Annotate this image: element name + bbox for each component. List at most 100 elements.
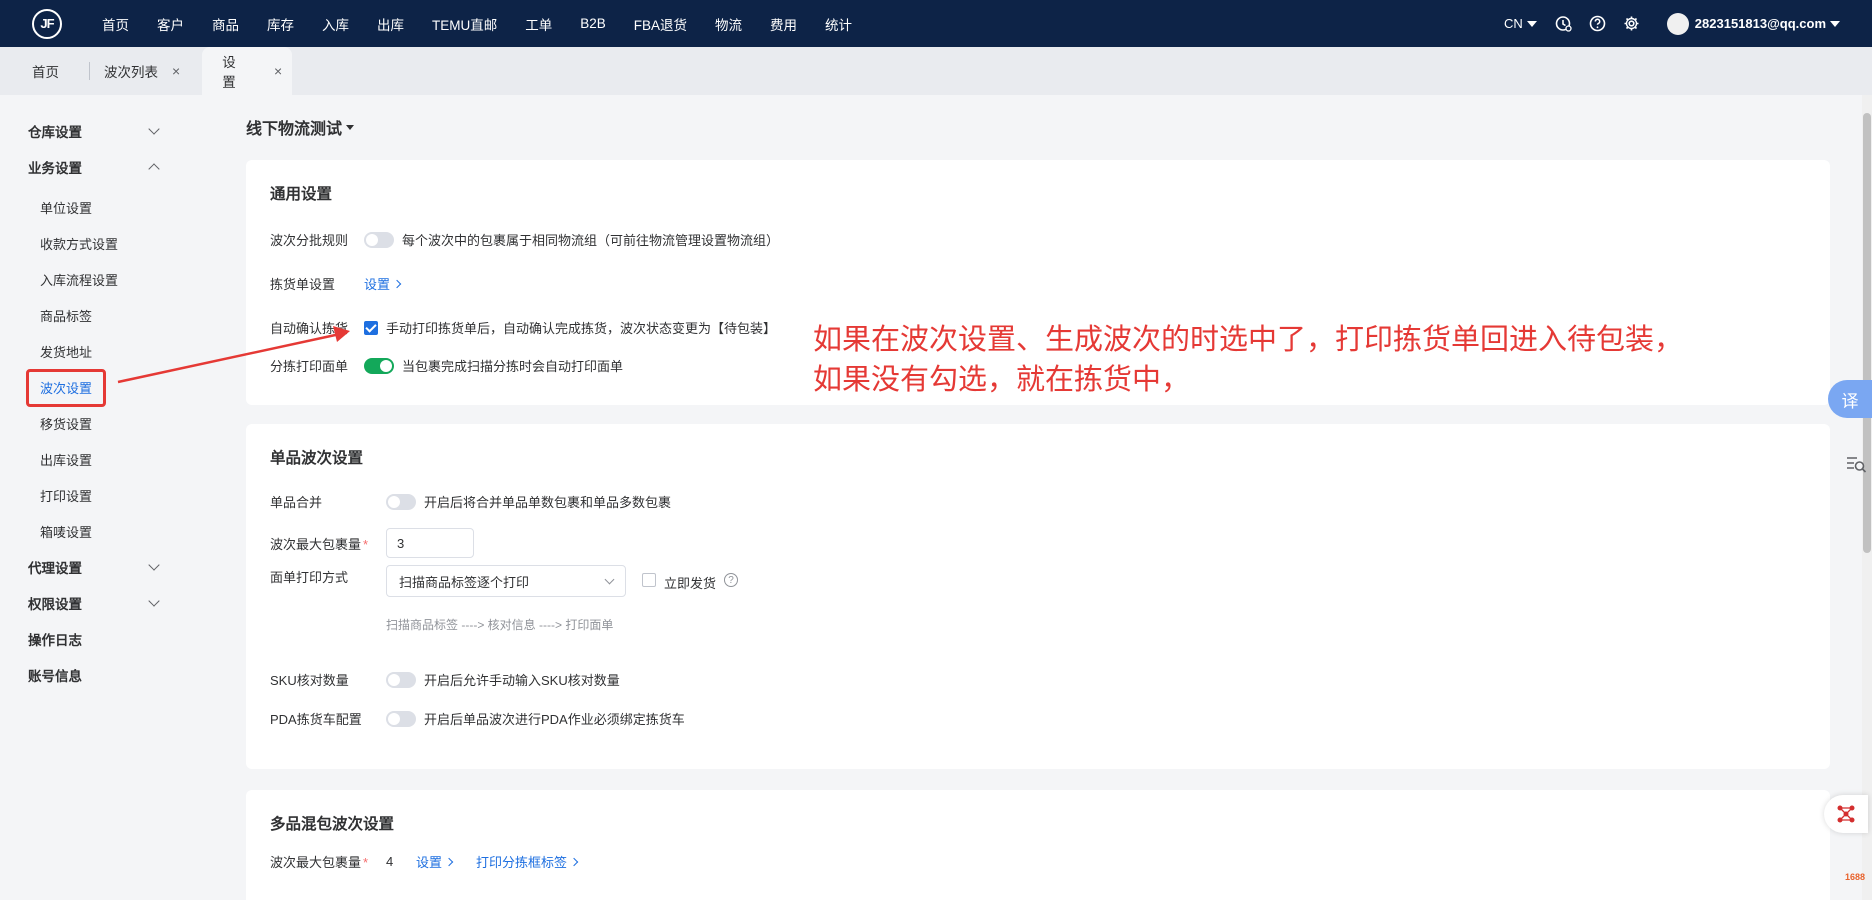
tab-settings[interactable]: 设置 × bbox=[202, 47, 293, 95]
clock-settings-icon[interactable] bbox=[1555, 15, 1573, 33]
checkbox-description: 手动打印拣货单后，自动确认完成拣货，波次状态变更为【待包装】 bbox=[386, 321, 777, 336]
pick-list-row: 拣货单设置 设置 bbox=[270, 274, 402, 293]
print-sort-box-label-link[interactable]: 打印分拣框标签 bbox=[476, 852, 579, 871]
nav-customer[interactable]: 客户 bbox=[157, 14, 184, 34]
nav-stats[interactable]: 统计 bbox=[825, 14, 852, 34]
print-mode-select[interactable]: 扫描商品标签逐个打印 bbox=[386, 565, 626, 597]
multi-max-package-row: 波次最大包裹量 * 4 设置 打印分拣框标签 bbox=[270, 852, 579, 871]
nav-home[interactable]: 首页 bbox=[102, 14, 129, 34]
user-menu[interactable]: 2823151813@qq.com bbox=[1666, 12, 1840, 35]
section-title: 通用设置 bbox=[270, 186, 333, 203]
close-icon[interactable]: × bbox=[274, 63, 282, 79]
translate-button[interactable]: 译 bbox=[1828, 380, 1872, 418]
page-tabs: 首页 波次列表 × 设置 × bbox=[0, 47, 1872, 95]
wave-rule-switch[interactable] bbox=[364, 231, 394, 248]
question-icon[interactable]: ? bbox=[724, 573, 739, 587]
nav-fees[interactable]: 费用 bbox=[770, 14, 797, 34]
sidebar-item-label: 收款方式设置 bbox=[40, 236, 119, 252]
print-flow-hint: 扫描商品标签 ----> 核对信息 ----> 打印面单 bbox=[386, 618, 614, 632]
field-label: 自动确认拣货 bbox=[270, 321, 349, 336]
switch-description: 开启后单品波次进行PDA作业必须绑定拣货车 bbox=[424, 712, 685, 727]
sidebar-group-label: 仓库设置 bbox=[28, 125, 82, 140]
tab-home[interactable]: 首页 bbox=[0, 47, 89, 95]
auto-confirm-row: 自动确认拣货 手动打印拣货单后，自动确认完成拣货，波次状态变更为【待包装】 bbox=[270, 318, 776, 337]
gear-icon[interactable] bbox=[1623, 15, 1641, 33]
sidebar-item-print[interactable]: 打印设置 bbox=[0, 477, 224, 513]
network-widget-button[interactable] bbox=[1824, 795, 1868, 833]
sidebar-item-label: 移货设置 bbox=[40, 416, 93, 432]
chevron-right-icon bbox=[569, 857, 579, 866]
multi-max-package-value: 4 bbox=[386, 854, 394, 869]
link-label: 打印分拣框标签 bbox=[476, 855, 568, 870]
chevron-up-icon bbox=[148, 163, 160, 175]
page-scrollbar[interactable] bbox=[1862, 95, 1872, 900]
nav-b2b[interactable]: B2B bbox=[580, 16, 606, 31]
nav-fba-return[interactable]: FBA退货 bbox=[634, 14, 687, 34]
chevron-right-icon bbox=[392, 279, 402, 288]
max-package-input[interactable]: 3 bbox=[386, 528, 474, 558]
nav-inventory[interactable]: 库存 bbox=[267, 14, 294, 34]
switch-description: 当包裹完成扫描分拣时会自动打印面单 bbox=[402, 359, 624, 374]
ship-now-checkbox[interactable] bbox=[642, 573, 656, 587]
sidebar-item-wave-settings[interactable]: 波次设置 bbox=[0, 369, 224, 407]
annotation-note: 如果在波次设置、生成波次的时选中了，打印拣货单回进入待包装， 如果没有勾选，就在… bbox=[813, 320, 1683, 400]
switch-description: 开启后允许手动输入SKU核对数量 bbox=[424, 673, 620, 688]
single-wave-settings-card: 单品波次设置 单品合并 开启后将合并单品单数包裹和单品多数包裹 波次最大包裹量 *… bbox=[246, 424, 1830, 769]
sidebar-item-ship-address[interactable]: 发货地址 bbox=[0, 333, 224, 369]
sidebar-item-inbound-flow[interactable]: 入库流程设置 bbox=[0, 261, 224, 297]
sidebar-group-label: 代理设置 bbox=[28, 561, 82, 576]
sidebar-item-move[interactable]: 移货设置 bbox=[0, 405, 224, 441]
user-email: 2823151813@qq.com bbox=[1694, 16, 1826, 31]
nav-product[interactable]: 商品 bbox=[212, 14, 239, 34]
sort-print-switch[interactable] bbox=[364, 357, 394, 374]
pda-cart-row: PDA拣货车配置 开启后单品波次进行PDA作业必须绑定拣货车 bbox=[270, 709, 685, 728]
nav-outbound[interactable]: 出库 bbox=[377, 14, 404, 34]
auto-confirm-checkbox[interactable] bbox=[364, 320, 378, 335]
sidebar-item-unit[interactable]: 单位设置 bbox=[0, 189, 224, 225]
sidebar-group-account[interactable]: 账号信息 bbox=[0, 657, 224, 693]
1688-logo-icon[interactable]: 1688 bbox=[1840, 862, 1870, 892]
sidebar-item-outbound[interactable]: 出库设置 bbox=[0, 441, 224, 477]
sidebar-item-label: 发货地址 bbox=[40, 344, 93, 360]
sidebar-group-permission[interactable]: 权限设置 bbox=[0, 585, 224, 621]
tab-wave-list[interactable]: 波次列表 × bbox=[90, 47, 202, 95]
language-selector[interactable]: CN bbox=[1504, 16, 1537, 31]
chevron-right-icon bbox=[444, 857, 454, 866]
pda-cart-switch[interactable] bbox=[386, 710, 416, 727]
multi-settings-link[interactable]: 设置 bbox=[416, 852, 454, 871]
sidebar-item-box-mark[interactable]: 箱唛设置 bbox=[0, 513, 224, 549]
sidebar-group-business[interactable]: 业务设置 bbox=[0, 149, 224, 185]
pick-list-settings-link[interactable]: 设置 bbox=[364, 274, 402, 293]
merge-switch[interactable] bbox=[386, 493, 416, 510]
sidebar-item-label: 入库流程设置 bbox=[40, 272, 119, 288]
caret-down-icon bbox=[1830, 20, 1840, 27]
sidebar-item-payment[interactable]: 收款方式设置 bbox=[0, 225, 224, 261]
sidebar-item-product-label[interactable]: 商品标签 bbox=[0, 297, 224, 333]
nav-workorder[interactable]: 工单 bbox=[525, 14, 552, 34]
multi-wave-settings-card: 多品混包波次设置 波次最大包裹量 * 4 设置 打印分拣框标签 bbox=[246, 790, 1830, 900]
wave-rule-row: 波次分批规则 每个波次中的包裹属于相同物流组（可前往物流管理设置物流组） bbox=[270, 230, 779, 249]
sidebar-group-warehouse[interactable]: 仓库设置 bbox=[0, 113, 224, 149]
app-logo[interactable]: JF bbox=[32, 8, 62, 39]
sidebar-group-oplog[interactable]: 操作日志 bbox=[0, 621, 224, 657]
list-search-icon[interactable] bbox=[1844, 452, 1868, 476]
scrollbar-thumb[interactable] bbox=[1863, 113, 1871, 553]
caret-down-icon bbox=[1526, 20, 1537, 27]
warehouse-selector[interactable]: 线下物流测试 bbox=[246, 115, 355, 139]
sidebar-item-label: 箱唛设置 bbox=[40, 524, 93, 540]
annotation-highlight-box bbox=[26, 369, 106, 407]
tab-label: 首页 bbox=[32, 65, 59, 80]
network-icon bbox=[1837, 805, 1855, 823]
annotation-line-1: 如果在波次设置、生成波次的时选中了，打印拣货单回进入待包装， bbox=[813, 324, 1684, 356]
help-icon[interactable] bbox=[1589, 15, 1607, 33]
close-icon[interactable]: × bbox=[172, 63, 180, 79]
field-label: 拣货单设置 bbox=[270, 277, 336, 292]
field-label: 波次分批规则 bbox=[270, 233, 349, 248]
sidebar-group-agent[interactable]: 代理设置 bbox=[0, 549, 224, 585]
sku-check-switch[interactable] bbox=[386, 671, 416, 688]
nav-logistics[interactable]: 物流 bbox=[715, 14, 742, 34]
nav-temu[interactable]: TEMU直邮 bbox=[432, 14, 497, 34]
nav-inbound[interactable]: 入库 bbox=[322, 14, 349, 34]
sort-print-row: 分拣打印面单 当包裹完成扫描分拣时会自动打印面单 bbox=[270, 356, 623, 375]
sidebar-group-label: 权限设置 bbox=[28, 597, 82, 612]
